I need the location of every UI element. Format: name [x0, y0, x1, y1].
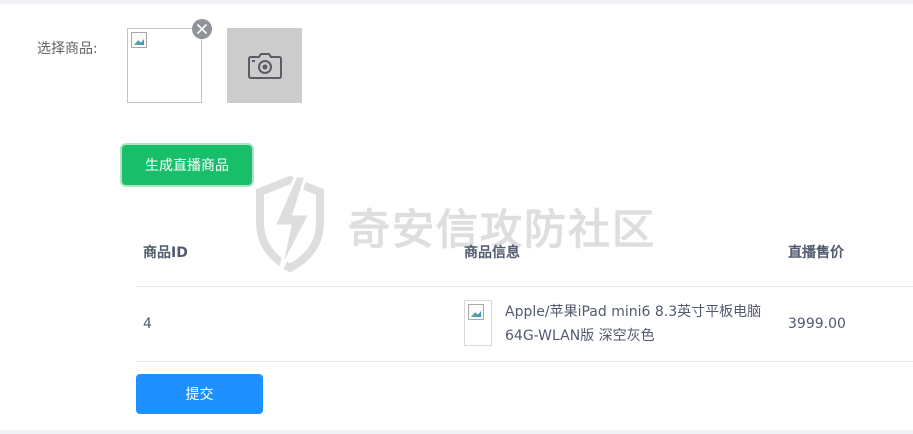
goods-name: Apple/苹果iPad mini6 8.3英寸平板电脑 64G-WLAN版 深… — [505, 304, 762, 344]
header-live-price: 直播售价 — [781, 218, 913, 287]
close-icon — [197, 24, 207, 34]
header-goods-info: 商品信息 — [457, 218, 781, 287]
live-price-cell: 3999.00 — [781, 286, 913, 362]
table-header-row: 商品ID 商品信息 直播售价 — [136, 218, 913, 287]
goods-image — [464, 300, 492, 346]
generate-live-goods-button[interactable]: 生成直播商品 — [122, 145, 252, 185]
broken-image-icon — [468, 304, 484, 320]
remove-thumbnail-button[interactable] — [192, 19, 212, 39]
goods-info-cell: Apple/苹果iPad mini6 8.3英寸平板电脑 64G-WLAN版 深… — [457, 286, 781, 362]
submit-button[interactable]: 提交 — [136, 374, 263, 414]
selected-goods-thumbnail — [127, 28, 202, 103]
goods-id-cell: 4 — [136, 286, 457, 362]
broken-image-icon — [131, 32, 147, 48]
table-row: 4 Apple/苹果iPad mini6 8.3英寸平板电脑 64G-WLAN版… — [136, 286, 913, 362]
select-goods-label: 选择商品: — [37, 41, 98, 57]
live-goods-table: 商品ID 商品信息 直播售价 4 Apple/苹果iPad mini6 8.3英… — [136, 218, 913, 362]
header-goods-id: 商品ID — [136, 218, 457, 287]
content-panel: 选择商品: 生成直播商品 奇安信攻防社区 商品ID 商品信息 直播售价 4 Ap… — [0, 4, 913, 430]
upload-goods-button[interactable] — [227, 28, 302, 103]
camera-icon — [247, 52, 282, 79]
